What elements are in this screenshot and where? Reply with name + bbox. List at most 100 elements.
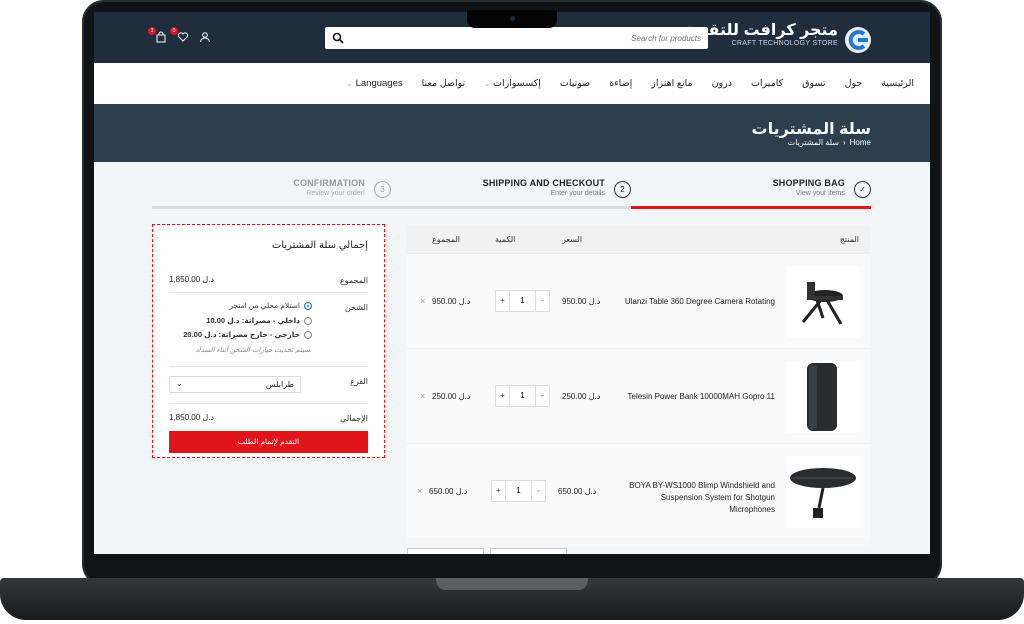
- grand-total-label: الإجمالي: [340, 414, 368, 423]
- nav-item-label: Languages: [355, 78, 403, 89]
- shipping-label: الشحن: [344, 303, 368, 312]
- remove-item-icon[interactable]: ×: [417, 486, 422, 496]
- shipping-option-internal[interactable]: داخلي - مصراتة: د.ل 10.00: [206, 316, 312, 325]
- quantity-value[interactable]: 1: [509, 386, 536, 406]
- cart-row: Telesin Power Bank 10000MAH Gopro 11 250…: [407, 348, 871, 442]
- search-icon[interactable]: [332, 32, 344, 44]
- product-image-power-bank[interactable]: [787, 361, 859, 433]
- nav-item-label: كاميرات: [750, 78, 784, 89]
- step-number: 2: [614, 181, 631, 198]
- laptop-base-notch: [436, 578, 588, 590]
- decrease-quantity-button[interactable]: -: [536, 291, 549, 311]
- cart-action-button[interactable]: [407, 548, 484, 554]
- shipping-option-text: داخلي - مصراتة: د.ل 10.00: [206, 316, 300, 325]
- breadcrumb-home[interactable]: Home: [850, 138, 871, 147]
- cart-action-button[interactable]: [490, 548, 567, 554]
- breadcrumb: Home › سلة المشتريات: [788, 138, 871, 147]
- logo-english-text: CRAFT TECHNOLOGY STORE: [731, 40, 838, 47]
- divider: [169, 403, 368, 404]
- chevron-down-icon: ⌄: [346, 80, 353, 88]
- branch-select[interactable]: طرابلس ⌄: [169, 376, 301, 393]
- step-confirmation[interactable]: CONFIRMATION Review your order!: [293, 178, 365, 197]
- nav-item[interactable]: مانع اهتزاز: [651, 78, 692, 89]
- nav-item[interactable]: تواصل معنا: [422, 78, 466, 89]
- increase-quantity-button[interactable]: +: [492, 481, 505, 501]
- increase-quantity-button[interactable]: +: [496, 291, 509, 311]
- product-image-turntable[interactable]: [787, 266, 859, 338]
- product-price: 250.00 د.ل: [562, 392, 601, 401]
- product-name[interactable]: Telesin Power Bank 10000MAH Gopro 11: [615, 391, 776, 403]
- cart-count-badge: 3: [148, 27, 156, 35]
- product-price: 950.00 د.ل: [562, 297, 601, 306]
- shipping-option-local-pickup[interactable]: استلام محلي من امتجر: [229, 301, 312, 310]
- nav-item-label: تواصل معنا: [421, 78, 466, 89]
- step-subtitle: Review your order!: [306, 190, 365, 197]
- line-total: 250.00 د.ل: [432, 392, 471, 401]
- cart-table: المنتج السعر الكمية المجموع Ulanzi Table…: [407, 226, 871, 546]
- nav-item-label: الرئيسية: [881, 78, 914, 89]
- nav-item[interactable]: ⌄ إكسسوارات: [484, 78, 541, 89]
- nav-item-label: إكسسوارات: [493, 78, 541, 89]
- remove-item-icon[interactable]: ×: [420, 391, 425, 401]
- step-subtitle: View your items: [795, 190, 845, 197]
- laptop-base: [0, 578, 1024, 620]
- nav-item-label: صوتيات: [559, 78, 591, 89]
- quantity-stepper: + 1 -: [491, 480, 546, 502]
- camera-turntable-icon: [801, 282, 843, 325]
- decrease-quantity-button[interactable]: -: [532, 481, 545, 501]
- quantity-value[interactable]: 1: [505, 481, 532, 501]
- step-shipping[interactable]: SHIPPING AND CHECKOUT Enter your details: [483, 178, 605, 197]
- cart-icon[interactable]: [155, 31, 167, 43]
- wishlist-count-badge: 0: [170, 27, 178, 35]
- remove-item-icon[interactable]: ×: [420, 296, 425, 306]
- col-total: المجموع: [432, 235, 460, 244]
- nav-item[interactable]: إضاءة: [609, 78, 632, 89]
- radio-unselected[interactable]: [304, 316, 312, 325]
- line-total: 950.00 د.ل: [432, 297, 471, 306]
- shipping-note: سيتم تحديث خيارات الشحن أثناء السداد.: [195, 347, 312, 354]
- product-image-windshield[interactable]: [787, 456, 859, 528]
- col-product: المنتج: [839, 235, 859, 244]
- branch-label: الفرع: [350, 377, 368, 386]
- step-shopping-bag[interactable]: SHOPPING BAG View your items: [773, 178, 845, 197]
- proceed-to-checkout-button[interactable]: التقدم لإتمام الطلب: [169, 431, 368, 453]
- user-icon[interactable]: [199, 31, 211, 43]
- decrease-quantity-button[interactable]: -: [536, 386, 549, 406]
- camera-icon: [510, 16, 515, 21]
- nav-item[interactable]: جول: [845, 78, 863, 89]
- power-bank-icon: [807, 363, 837, 431]
- nav-item[interactable]: ⌄ Languages: [347, 78, 403, 89]
- search-input[interactable]: [349, 30, 701, 46]
- step-title: CONFIRMATION: [293, 178, 365, 188]
- cart-summary: إجمالي سلة المشتريات المجموع 1,850.00 د.…: [152, 224, 385, 458]
- nav-item[interactable]: تسوق: [802, 78, 825, 89]
- heart-icon[interactable]: [177, 31, 189, 43]
- increase-quantity-button[interactable]: +: [496, 386, 509, 406]
- breadcrumb-separator: ›: [842, 138, 846, 147]
- product-name[interactable]: Ulanzi Table 360 Degree Camera Rotating: [615, 296, 775, 308]
- store-logo-icon: [845, 27, 871, 53]
- nav-item-label: تسوق: [802, 78, 826, 89]
- radio-unselected[interactable]: [304, 330, 312, 339]
- summary-title: إجمالي سلة المشتريات: [271, 240, 368, 251]
- line-total: 650.00 د.ل: [429, 487, 468, 496]
- main-nav: الرئيسية جول تسوق كاميرات درون مانع اهتزاز إضا…: [94, 63, 930, 104]
- nav-item[interactable]: الرئيسية: [881, 78, 914, 89]
- quantity-value[interactable]: 1: [509, 291, 536, 311]
- subtotal-value: 1,850.00 د.ل: [169, 275, 214, 284]
- cart-table-header: المنتج السعر الكمية المجموع: [407, 226, 871, 253]
- divider: [169, 366, 368, 367]
- radio-selected[interactable]: [304, 301, 312, 310]
- col-price: السعر: [562, 235, 583, 244]
- nav-item[interactable]: صوتيات: [560, 78, 590, 89]
- nav-item-label: مانع اهتزاز: [651, 78, 693, 89]
- product-name[interactable]: BOYA BY-WS1000 Blimp Windshield and Susp…: [615, 480, 775, 516]
- check-icon: ✓: [854, 181, 871, 198]
- store-logo[interactable]: متجر كرافت للتقنية CRAFT TECHNOLOGY STOR…: [686, 22, 838, 47]
- page-header: سلة المشتريات Home › سلة المشتريات: [94, 104, 930, 162]
- step-number: 3: [374, 181, 391, 198]
- nav-item[interactable]: درون: [712, 78, 732, 89]
- nav-item[interactable]: كاميرات: [751, 78, 783, 89]
- step-title: SHIPPING AND CHECKOUT: [482, 178, 605, 188]
- shipping-option-external[interactable]: خارجي - خارج مصراتة: د.ل 20.00: [183, 330, 312, 339]
